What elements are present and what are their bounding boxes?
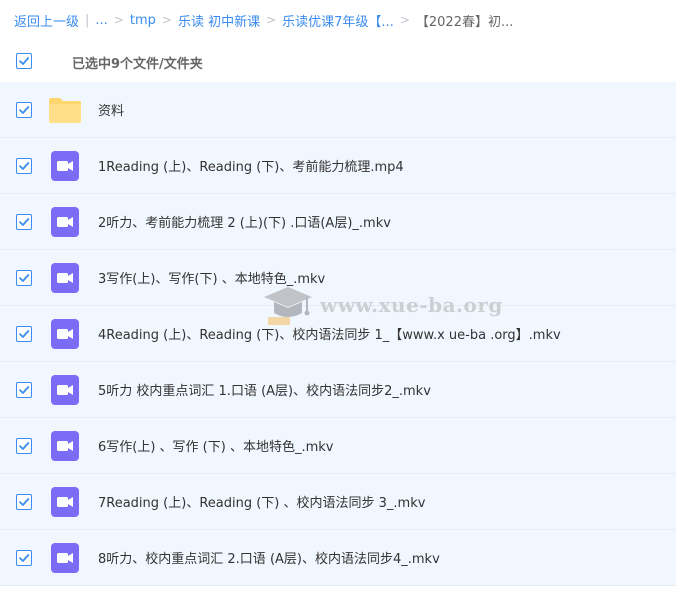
row-checkbox[interactable] [16,438,32,454]
video-file-icon [51,487,79,517]
breadcrumb-ellipsis[interactable]: ... [95,13,107,28]
video-file-icon [51,263,79,293]
file-name: 2听力、考前能力梳理 2 (上)(下) .口语(A层)_.mkv [98,216,391,231]
file-name: 资料 [98,104,125,119]
breadcrumb-item-course[interactable]: 乐读 初中新课 [178,11,260,30]
breadcrumb-current: 【2022春】初... [415,14,514,30]
breadcrumb-item-tmp[interactable]: tmp [130,13,156,28]
video-file-icon [51,151,79,181]
list-item[interactable]: 5听力 校内重点词汇 1.口语 (A层)、校内语法同步2_.mkv [0,362,676,418]
list-item[interactable]: 1Reading (上)、Reading (下)、考前能力梳理.mp4 [0,138,676,194]
check-icon [19,386,30,394]
file-name: 8听力、校内重点词汇 2.口语 (A层)、校内语法同步4_.mkv [98,552,440,567]
file-name: 1Reading (上)、Reading (下)、考前能力梳理.mp4 [98,160,404,175]
list-item[interactable]: 4Reading (上)、Reading (下)、校内语法同步 1_【www.x… [0,306,676,362]
check-icon [19,106,30,114]
row-checkbox[interactable] [16,102,32,118]
breadcrumb-divider: | [85,12,90,28]
check-icon [19,57,30,65]
list-item[interactable]: 8听力、校内重点词汇 2.口语 (A层)、校内语法同步4_.mkv [0,530,676,586]
list-item[interactable]: 7Reading (上)、Reading (下) 、校内语法同步 3_.mkv [0,474,676,530]
check-icon [19,162,30,170]
video-file-icon [51,319,79,349]
video-file-icon [51,207,79,237]
breadcrumb-separator-icon: > [266,13,277,27]
row-checkbox[interactable] [16,158,32,174]
file-name: 6写作(上) 、写作 (下) 、本地特色_.mkv [98,440,334,455]
row-checkbox[interactable] [16,326,32,342]
video-file-icon [51,543,79,573]
check-icon [19,218,30,226]
breadcrumb-item-grade[interactable]: 乐读优课7年级【... [282,11,394,30]
row-checkbox[interactable] [16,494,32,510]
list-item[interactable]: 2听力、考前能力梳理 2 (上)(下) .口语(A层)_.mkv [0,194,676,250]
file-name: 3写作(上)、写作(下) 、本地特色_.mkv [98,272,326,287]
selection-count-text: 已选中9个文件/文件夹 [72,57,203,72]
list-item[interactable]: 3写作(上)、写作(下) 、本地特色_.mkv [0,250,676,306]
video-file-icon [51,375,79,405]
row-checkbox[interactable] [16,214,32,230]
video-file-icon [51,431,79,461]
file-list: 资料 1Reading (上)、Reading (下)、考前能力梳理.mp4 2… [0,82,676,586]
selection-header: 已选中9个文件/文件夹 [0,40,676,82]
list-item[interactable]: 资料 [0,82,676,138]
select-all-checkbox[interactable] [16,53,32,69]
row-checkbox[interactable] [16,550,32,566]
breadcrumb-separator-icon: > [399,13,410,27]
file-name: 7Reading (上)、Reading (下) 、校内语法同步 3_.mkv [98,496,426,511]
back-link[interactable]: 返回上一级 [14,11,79,30]
check-icon [19,498,30,506]
check-icon [19,330,30,338]
check-icon [19,274,30,282]
file-name: 5听力 校内重点词汇 1.口语 (A层)、校内语法同步2_.mkv [98,384,431,399]
breadcrumb-separator-icon: > [113,13,124,27]
breadcrumb: 返回上一级 | ... > tmp > 乐读 初中新课 > 乐读优课7年级【..… [0,0,676,40]
check-icon [19,554,30,562]
folder-icon [49,98,81,123]
row-checkbox[interactable] [16,382,32,398]
row-checkbox[interactable] [16,270,32,286]
check-icon [19,442,30,450]
list-item[interactable]: 6写作(上) 、写作 (下) 、本地特色_.mkv [0,418,676,474]
file-name: 4Reading (上)、Reading (下)、校内语法同步 1_【www.x… [98,328,561,343]
breadcrumb-separator-icon: > [161,13,172,27]
